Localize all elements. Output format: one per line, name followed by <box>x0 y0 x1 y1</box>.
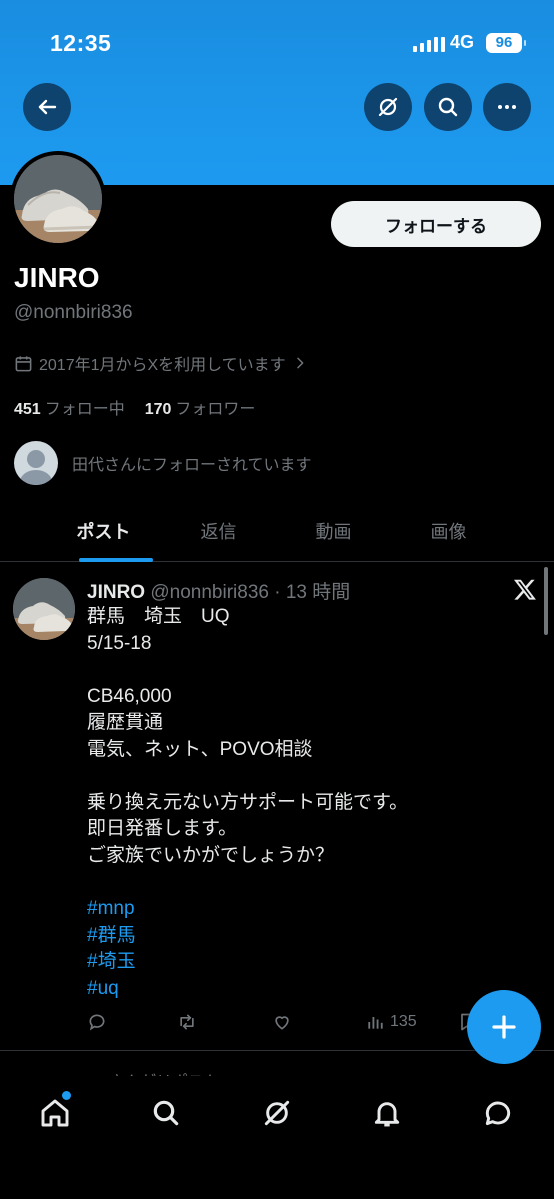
grok-button[interactable] <box>364 83 412 131</box>
status-time: 12:35 <box>50 30 112 56</box>
bell-icon <box>374 1102 400 1127</box>
calendar-icon <box>15 355 32 371</box>
more-icon <box>498 105 516 109</box>
grok-icon <box>378 97 398 117</box>
joined-text: 2017年1月からXを利用しています <box>39 357 286 374</box>
post-avatar[interactable] <box>13 578 75 640</box>
profile-avatar[interactable] <box>10 151 106 247</box>
reply-button[interactable] <box>87 1012 107 1032</box>
post-hashtags: #mnp #群馬 #埼玉 #uq <box>87 896 136 1003</box>
signal-icon <box>413 36 445 52</box>
message-icon <box>485 1101 511 1126</box>
hashtag-link[interactable]: #uq <box>87 976 136 1003</box>
followers-stat[interactable]: 170 フォロワー <box>145 395 256 419</box>
tab-images[interactable]: 画像 <box>391 505 506 561</box>
followed-by[interactable]: 田代さんにフォローされています <box>14 441 312 485</box>
tab-videos[interactable]: 動画 <box>276 505 391 561</box>
home-icon <box>41 1099 69 1127</box>
battery-icon: 96 <box>486 33 526 53</box>
tab-posts[interactable]: ポスト <box>46 505 161 562</box>
repost-icon <box>180 1014 194 1030</box>
search-button[interactable] <box>424 83 472 131</box>
views-count: 135 <box>390 1013 417 1030</box>
following-count: 451 <box>14 401 41 418</box>
joined-date[interactable]: 2017年1月からXを利用しています <box>14 351 308 375</box>
notification-dot <box>62 1091 71 1100</box>
heart-icon <box>275 1016 289 1030</box>
hashtag-link[interactable]: #mnp <box>87 896 136 923</box>
views-button[interactable]: 135 <box>365 1012 417 1032</box>
post-actions: 135 <box>87 1012 487 1036</box>
profile-display-name: JINRO <box>14 262 100 293</box>
nav-grok[interactable] <box>257 1093 297 1133</box>
network-label: 4G <box>450 32 475 52</box>
follow-stats: 451 フォロー中 170 フォロワー <box>14 395 255 419</box>
arrow-left-icon <box>38 99 57 115</box>
compose-button[interactable] <box>467 990 541 1064</box>
search-icon <box>438 97 458 117</box>
status-bar: 12:35 4G 96 <box>0 28 554 62</box>
chevron-right-icon <box>296 357 304 369</box>
repost-button[interactable] <box>177 1012 197 1032</box>
tab-replies[interactable]: 返信 <box>161 505 276 561</box>
hashtag-link[interactable]: #埼玉 <box>87 949 136 976</box>
sneaker-image <box>13 578 75 640</box>
grok-icon <box>264 1100 290 1126</box>
post-author-name[interactable]: JINRO <box>87 582 145 603</box>
like-button[interactable] <box>272 1012 292 1032</box>
nav-notifications[interactable] <box>367 1093 407 1133</box>
views-icon <box>368 1017 383 1029</box>
followers-label: フォロワー <box>175 401 256 418</box>
profile-handle: @nonnbiri836 <box>14 302 133 323</box>
sneaker-image <box>14 155 102 243</box>
x-logo-icon[interactable] <box>512 577 538 603</box>
back-button[interactable] <box>23 83 71 131</box>
hashtag-link[interactable]: #群馬 <box>87 923 136 950</box>
more-button[interactable] <box>483 83 531 131</box>
post-meta: @nonnbiri836 · 13 時間 <box>150 582 351 603</box>
bottom-nav <box>0 1076 554 1199</box>
reply-icon <box>89 1014 105 1031</box>
post-header: JINRO @nonnbiri836 · 13 時間 <box>87 577 350 604</box>
profile-tabs: ポスト 返信 動画 画像 <box>0 505 554 562</box>
following-label: フォロー中 <box>44 401 125 418</box>
follow-button[interactable]: フォローする <box>331 201 541 247</box>
followed-by-text: 田代さんにフォローされています <box>72 457 312 474</box>
nav-messages[interactable] <box>478 1093 518 1133</box>
followers-count: 170 <box>144 401 172 418</box>
follower-avatar <box>14 441 58 485</box>
post-divider <box>0 1050 554 1051</box>
scrollbar[interactable] <box>544 567 548 635</box>
following-stat[interactable]: 451 フォロー中 <box>14 395 125 419</box>
post-text: 群馬 埼玉 UQ 5/15-18 CB46,000 履歴貫通 電気、ネット、PO… <box>87 606 409 866</box>
nav-search[interactable] <box>146 1093 186 1133</box>
plus-icon <box>492 1015 516 1039</box>
search-icon <box>153 1100 179 1126</box>
